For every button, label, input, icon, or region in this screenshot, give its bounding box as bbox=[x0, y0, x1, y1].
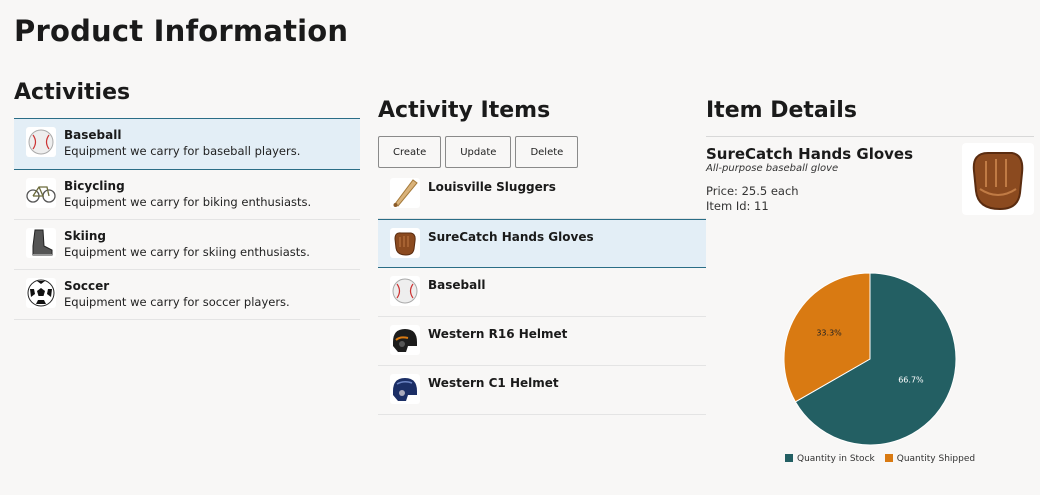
item-detail-id: Item Id: 11 bbox=[706, 199, 769, 213]
pie-slice-label: 33.3% bbox=[816, 328, 842, 337]
activity-item-skiing[interactable]: Skiing Equipment we carry for skiing ent… bbox=[14, 220, 360, 270]
activities-list: Baseball Equipment we carry for baseball… bbox=[14, 118, 360, 320]
activity-name: Skiing bbox=[64, 229, 106, 243]
activity-items-list: Louisville Sluggers SureCatch Hands Glov… bbox=[378, 170, 706, 415]
item-details-title: Item Details bbox=[706, 98, 857, 123]
soccer-ball-icon bbox=[26, 278, 56, 308]
item-name: Western C1 Helmet bbox=[428, 376, 559, 390]
item-row-louisville-sluggers[interactable]: Louisville Sluggers bbox=[378, 170, 706, 219]
activity-items-title: Activity Items bbox=[378, 98, 551, 123]
chart-legend: Quantity in Stock Quantity Shipped bbox=[785, 454, 975, 464]
activity-item-bicycling[interactable]: Bicycling Equipment we carry for biking … bbox=[14, 170, 360, 220]
bat-icon bbox=[390, 178, 420, 208]
activities-title: Activities bbox=[14, 80, 131, 105]
activity-name: Soccer bbox=[64, 279, 110, 293]
item-name: Louisville Sluggers bbox=[428, 180, 556, 194]
activity-desc: Equipment we carry for soccer players. bbox=[64, 295, 290, 309]
item-name: Baseball bbox=[428, 278, 486, 292]
item-row-western-c1-helmet[interactable]: Western C1 Helmet bbox=[378, 366, 706, 415]
delete-button[interactable]: Delete bbox=[515, 136, 579, 168]
item-detail-subtitle: All-purpose baseball glove bbox=[706, 163, 839, 174]
pie-slice-label: 66.7% bbox=[898, 376, 924, 385]
legend-label: Quantity Shipped bbox=[896, 454, 976, 464]
ski-boot-icon bbox=[26, 228, 56, 258]
activity-name: Baseball bbox=[64, 128, 122, 142]
item-name: SureCatch Hands Gloves bbox=[428, 230, 594, 244]
glove-icon bbox=[390, 228, 420, 258]
activity-name: Bicycling bbox=[64, 179, 125, 193]
legend-item-shipped[interactable]: Quantity Shipped bbox=[884, 454, 976, 464]
bicycle-icon bbox=[26, 178, 56, 208]
activity-items-toolbar: Create Update Delete bbox=[378, 136, 579, 168]
baseball-icon bbox=[26, 127, 56, 157]
page-title: Product Information bbox=[14, 14, 349, 48]
glove-image bbox=[962, 143, 1034, 215]
stock-pie-chart: 66.7% 33.3% bbox=[783, 272, 957, 446]
activity-desc: Equipment we carry for baseball players. bbox=[64, 144, 301, 158]
item-row-baseball[interactable]: Baseball bbox=[378, 268, 706, 317]
activity-item-soccer[interactable]: Soccer Equipment we carry for soccer pla… bbox=[14, 270, 360, 320]
helmet-blue-icon bbox=[390, 374, 420, 404]
update-button[interactable]: Update bbox=[445, 136, 512, 168]
legend-label: Quantity in Stock bbox=[797, 454, 875, 464]
activity-item-baseball[interactable]: Baseball Equipment we carry for baseball… bbox=[14, 118, 360, 170]
helmet-icon bbox=[390, 325, 420, 355]
item-row-western-r16-helmet[interactable]: Western R16 Helmet bbox=[378, 317, 706, 366]
baseball-icon bbox=[390, 276, 420, 306]
item-details-panel: SureCatch Hands Gloves All-purpose baseb… bbox=[706, 136, 1034, 215]
legend-item-stock[interactable]: Quantity in Stock bbox=[785, 454, 875, 464]
item-detail-price: Price: 25.5 each bbox=[706, 184, 799, 198]
create-button[interactable]: Create bbox=[378, 136, 442, 168]
item-detail-name: SureCatch Hands Gloves bbox=[706, 145, 914, 163]
activity-desc: Equipment we carry for biking enthusiast… bbox=[64, 195, 312, 209]
activity-desc: Equipment we carry for skiing enthusiast… bbox=[64, 245, 310, 259]
item-row-surecatch-gloves[interactable]: SureCatch Hands Gloves bbox=[378, 219, 706, 268]
item-name: Western R16 Helmet bbox=[428, 327, 568, 341]
